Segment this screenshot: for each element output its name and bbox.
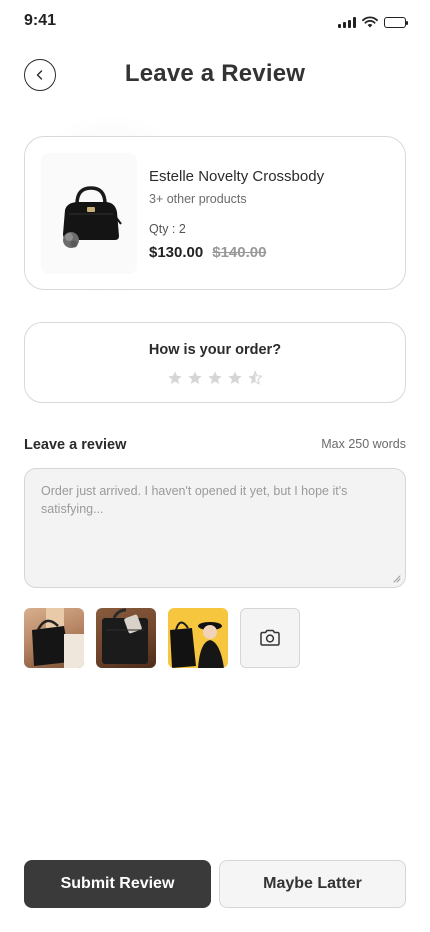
review-limit: Max 250 words	[321, 437, 406, 451]
status-bar: 9:41	[0, 0, 430, 44]
status-time: 9:41	[24, 12, 57, 29]
rating-question: How is your order?	[148, 342, 282, 358]
page-title: Leave a Review	[124, 60, 306, 87]
product-qty: Qty : 2	[149, 222, 186, 236]
review-photo-2[interactable]	[96, 608, 156, 668]
camera-icon	[260, 629, 280, 646]
status-icons	[338, 16, 408, 28]
review-text[interactable]: Order just arrived. I haven't opened it …	[41, 482, 389, 518]
add-photo-button[interactable]	[240, 608, 300, 668]
price-row: $130.00 $140.00	[149, 244, 266, 261]
star-icon-3[interactable]	[207, 370, 223, 386]
rating-card: How is your order?	[24, 322, 406, 403]
handbag-image	[63, 185, 122, 248]
star-icon-4[interactable]	[227, 370, 243, 386]
star-half-icon-5[interactable]	[247, 370, 263, 386]
review-photo-1[interactable]	[24, 608, 84, 668]
signal-icon	[338, 16, 356, 28]
wifi-icon	[362, 16, 378, 28]
star-icon-2[interactable]	[187, 370, 203, 386]
review-screen: 9:41 Leave a Review Estelle Novelty Cros…	[0, 0, 430, 932]
photo-black-tote	[102, 608, 148, 664]
resize-grip-icon[interactable]	[393, 575, 401, 583]
submit-review-button[interactable]: Submit Review	[24, 860, 211, 908]
product-price: $130.00	[149, 244, 204, 261]
photo-woman-yellow-bg	[170, 621, 224, 668]
product-subtitle: 3+ other products	[149, 192, 247, 206]
review-photo-3[interactable]	[168, 608, 228, 668]
review-label: Leave a review	[24, 437, 127, 453]
photo-woman-with-bag	[32, 608, 84, 668]
maybe-later-button[interactable]: Maybe Latter	[219, 860, 406, 908]
star-icon-1[interactable]	[167, 370, 183, 386]
battery-icon	[384, 16, 408, 28]
star-rating[interactable]	[25, 370, 405, 386]
product-name: Estelle Novelty Crossbody	[149, 168, 325, 185]
review-textarea[interactable]: Order just arrived. I haven't opened it …	[24, 468, 406, 588]
product-image	[41, 153, 137, 274]
product-old-price: $140.00	[212, 244, 267, 261]
product-card[interactable]: Estelle Novelty Crossbody 3+ other produ…	[24, 136, 406, 290]
